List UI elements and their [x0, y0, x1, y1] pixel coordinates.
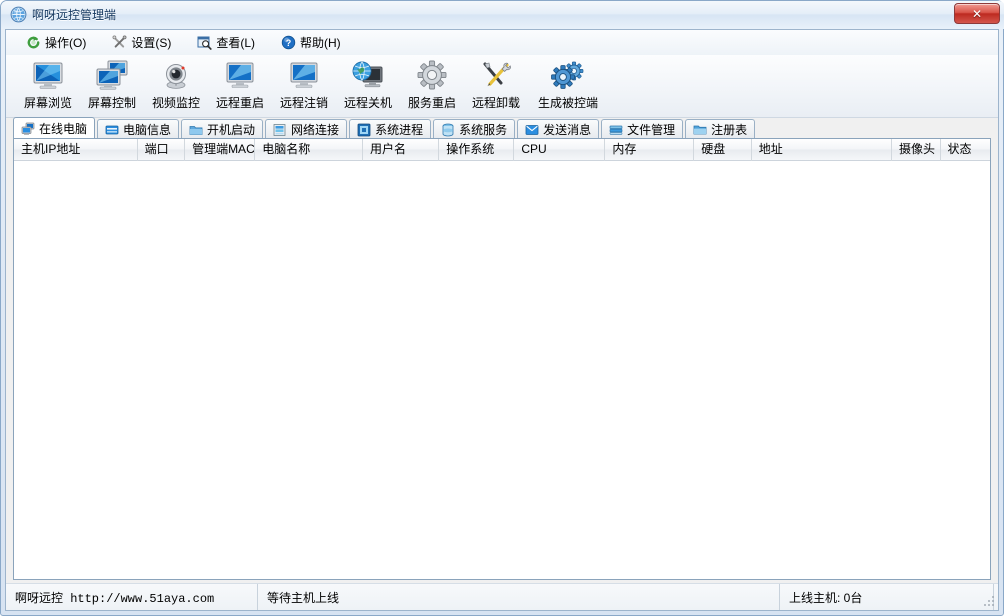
list-body[interactable] [14, 161, 990, 579]
column-header[interactable]: 硬盘 [694, 139, 751, 161]
service-icon [441, 123, 455, 137]
toolbar-button-screen-control[interactable]: 屏幕控制 [80, 55, 144, 113]
tab-system-processes[interactable]: 系统进程 [349, 119, 431, 139]
column-header[interactable]: 用户名 [363, 139, 439, 161]
tab-label: 网络连接 [291, 121, 339, 138]
tab-online-computers[interactable]: 在线电脑 [13, 117, 95, 139]
registry-icon [693, 123, 707, 137]
toolbar-button-remote-logoff[interactable]: 远程注销 [272, 55, 336, 113]
computers-icon [21, 122, 35, 136]
tab-label: 系统进程 [375, 121, 423, 138]
magnifier-window-icon [197, 35, 212, 50]
monitor-logoff-icon [287, 60, 321, 92]
close-button[interactable]: ✕ [954, 3, 1000, 24]
application-window: 啊呀远控管理端 ✕ 操作(O) [0, 0, 1004, 616]
toolbar-button-label: 生成被控端 [538, 94, 598, 111]
tab-computer-info[interactable]: 电脑信息 [97, 119, 179, 139]
tab-startup[interactable]: 开机启动 [181, 119, 263, 139]
tab-label: 注册表 [711, 121, 747, 138]
list-header-row: 主机IP地址端口管理端MAC电脑名称用户名操作系统CPU内存硬盘地址摄像头状态 [14, 139, 990, 161]
tools-icon [112, 35, 127, 50]
gear-icon [415, 60, 449, 92]
toolbar-button-remote-uninstall[interactable]: 远程卸载 [464, 55, 528, 113]
toolbar-button-label: 远程关机 [344, 94, 392, 111]
toolbar-button-remote-shutdown[interactable]: 远程关机 [336, 55, 400, 113]
globe-icon [10, 6, 27, 23]
svg-text:?: ? [286, 38, 292, 48]
column-header[interactable]: 端口 [138, 139, 186, 161]
toolbar-button-label: 远程注销 [280, 94, 328, 111]
resize-grip-icon[interactable] [982, 594, 996, 608]
tab-label: 在线电脑 [39, 120, 87, 137]
tab-label: 开机启动 [207, 121, 255, 138]
tab-strip: 在线电脑 电脑信息 [6, 117, 998, 139]
column-header[interactable]: 主机IP地址 [14, 139, 138, 161]
toolbar-button-label: 服务重启 [408, 94, 456, 111]
menu-item-label: 帮助(H) [300, 34, 341, 51]
tab-label: 文件管理 [627, 121, 675, 138]
status-bar-panel: 等待主机上线 [258, 584, 780, 610]
column-header[interactable]: 地址 [752, 139, 892, 161]
wrench-screwdriver-icon [479, 60, 513, 92]
toolbar-button-remote-restart[interactable]: 远程重启 [208, 55, 272, 113]
refresh-green-icon [26, 35, 41, 50]
client-area: 操作(O) 设置(S) [5, 29, 999, 611]
menu-item-settings[interactable]: 设置(S) [102, 31, 181, 54]
monitor-icon [31, 60, 65, 92]
menu-item-label: 查看(L) [216, 34, 255, 51]
title-bar: 啊呀远控管理端 ✕ [1, 1, 1004, 29]
status-bar: 啊呀远控 http://www.51aya.com等待主机上线上线主机: 0台 [6, 583, 998, 610]
column-header[interactable]: 内存 [605, 139, 694, 161]
status-bar-panel: 上线主机: 0台 [780, 584, 994, 610]
column-header[interactable]: 电脑名称 [255, 139, 363, 161]
message-icon [525, 123, 539, 137]
webcam-icon [159, 60, 193, 92]
column-header[interactable]: 状态 [941, 139, 990, 161]
close-icon: ✕ [955, 4, 999, 23]
toolbar-button-service-restart[interactable]: 服务重启 [400, 55, 464, 113]
toolbar-button-label: 屏幕控制 [88, 94, 136, 111]
window-title: 啊呀远控管理端 [32, 6, 116, 23]
gears-blue-icon [551, 60, 585, 92]
tab-label: 电脑信息 [123, 121, 171, 138]
process-icon [357, 123, 371, 137]
menu-item-help[interactable]: ? 帮助(H) [271, 31, 351, 54]
column-header[interactable]: 摄像头 [892, 139, 941, 161]
network-icon [273, 123, 287, 137]
tab-registry[interactable]: 注册表 [685, 119, 755, 139]
folder-startup-icon [189, 123, 203, 137]
tab-label: 系统服务 [459, 121, 507, 138]
file-manager-icon [609, 123, 623, 137]
menu-item-operation[interactable]: 操作(O) [16, 31, 96, 54]
menu-item-view[interactable]: 查看(L) [187, 31, 265, 54]
menu-bar: 操作(O) 设置(S) [6, 30, 998, 56]
toolbar-button-screen-browse[interactable]: 屏幕浏览 [16, 55, 80, 113]
status-bar-panel: 啊呀远控 http://www.51aya.com [6, 584, 258, 610]
monitor-restart-icon [223, 60, 257, 92]
dual-monitor-icon [95, 60, 129, 92]
tab-label: 发送消息 [543, 121, 591, 138]
menu-item-label: 设置(S) [131, 34, 171, 51]
globe-monitor-icon [351, 60, 385, 92]
tab-system-services[interactable]: 系统服务 [433, 119, 515, 139]
online-computers-list[interactable]: 主机IP地址端口管理端MAC电脑名称用户名操作系统CPU内存硬盘地址摄像头状态 [13, 138, 991, 580]
toolbar: 屏幕浏览 屏幕控制 [6, 55, 998, 118]
help-question-icon: ? [281, 35, 296, 50]
menu-item-label: 操作(O) [45, 34, 86, 51]
column-header[interactable]: 操作系统 [439, 139, 514, 161]
tab-send-message[interactable]: 发送消息 [517, 119, 599, 139]
tab-network-connections[interactable]: 网络连接 [265, 119, 347, 139]
toolbar-button-label: 屏幕浏览 [24, 94, 72, 111]
info-card-icon [105, 123, 119, 137]
tab-file-manager[interactable]: 文件管理 [601, 119, 683, 139]
toolbar-button-label: 视频监控 [152, 94, 200, 111]
column-header[interactable]: CPU [514, 139, 605, 161]
toolbar-button-video-monitor[interactable]: 视频监控 [144, 55, 208, 113]
column-header[interactable]: 管理端MAC [185, 139, 255, 161]
toolbar-button-generate-client[interactable]: 生成被控端 [528, 55, 608, 113]
toolbar-button-label: 远程卸载 [472, 94, 520, 111]
toolbar-button-label: 远程重启 [216, 94, 264, 111]
